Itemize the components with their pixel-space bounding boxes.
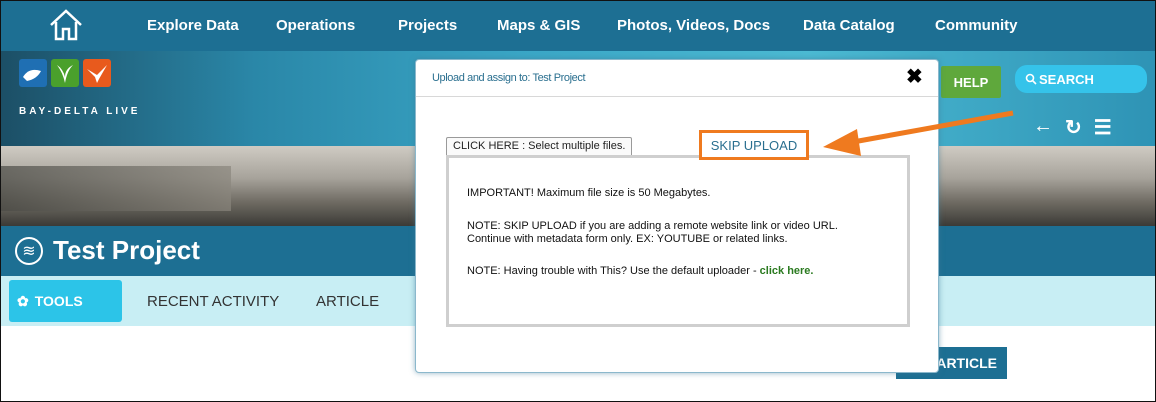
leaf-logo-icon	[51, 59, 79, 87]
note-skip-line2: Continue with metadata form only. EX: YO…	[467, 233, 788, 245]
help-button[interactable]: HELP	[941, 66, 1001, 98]
nav-projects[interactable]: Projects	[398, 17, 457, 34]
tab-tools[interactable]: ✿ TOOLS	[9, 280, 122, 322]
nav-maps-gis[interactable]: Maps & GIS	[497, 17, 580, 34]
project-logo-icon: ≋	[15, 237, 43, 265]
gear-icon: ✿	[17, 292, 29, 309]
nav-data-catalog[interactable]: Data Catalog	[803, 17, 895, 34]
note-trouble: NOTE: Having trouble with This? Use the …	[467, 265, 887, 278]
note-skip-line1: NOTE: SKIP UPLOAD if you are adding a re…	[467, 220, 838, 232]
search-label: SEARCH	[1039, 71, 1094, 87]
list-menu-icon[interactable]: ☰	[1094, 115, 1112, 140]
skip-upload-button[interactable]: SKIP UPLOAD	[699, 130, 809, 160]
toolbar-icons: ← ↻ ☰	[1033, 115, 1112, 140]
refresh-icon[interactable]: ↻	[1065, 115, 1082, 140]
upload-notes-panel: IMPORTANT! Maximum file size is 50 Megab…	[446, 155, 910, 327]
search-input[interactable]: SEARCH	[1015, 65, 1147, 93]
nav-operations[interactable]: Operations	[276, 17, 355, 34]
bird-logo-icon	[83, 59, 111, 87]
nav-explore-data[interactable]: Explore Data	[147, 17, 239, 34]
upload-modal: Upload and assign to: Test Project ✖ CLI…	[415, 59, 939, 373]
modal-title: Upload and assign to: Test Project	[432, 72, 586, 84]
browser-page: Explore Data Operations Projects Maps & …	[0, 0, 1156, 402]
home-icon[interactable]	[47, 7, 85, 43]
modal-header: Upload and assign to: Test Project ✖	[416, 60, 938, 97]
select-files-button[interactable]: CLICK HERE : Select multiple files.	[446, 137, 633, 157]
tab-tools-label: TOOLS	[34, 293, 83, 309]
default-uploader-link[interactable]: click here.	[760, 265, 814, 277]
top-nav: Explore Data Operations Projects Maps & …	[1, 1, 1155, 51]
project-title: Test Project	[53, 235, 200, 265]
close-icon[interactable]: ✖	[906, 64, 923, 89]
whale-logo-icon	[19, 59, 47, 87]
banner-photo-shadow	[1, 166, 231, 211]
tab-article[interactable]: ARTICLE	[316, 293, 379, 310]
note-trouble-text: NOTE: Having trouble with This? Use the …	[467, 265, 760, 277]
back-arrow-icon[interactable]: ←	[1033, 115, 1053, 140]
search-icon	[1025, 73, 1037, 85]
logo-text: BAY-DELTA LIVE	[19, 106, 141, 117]
tab-recent-activity[interactable]: RECENT ACTIVITY	[147, 293, 279, 310]
note-important: IMPORTANT! Maximum file size is 50 Megab…	[467, 187, 711, 199]
nav-photos-videos-docs[interactable]: Photos, Videos, Docs	[617, 17, 770, 34]
nav-community[interactable]: Community	[935, 17, 1018, 34]
